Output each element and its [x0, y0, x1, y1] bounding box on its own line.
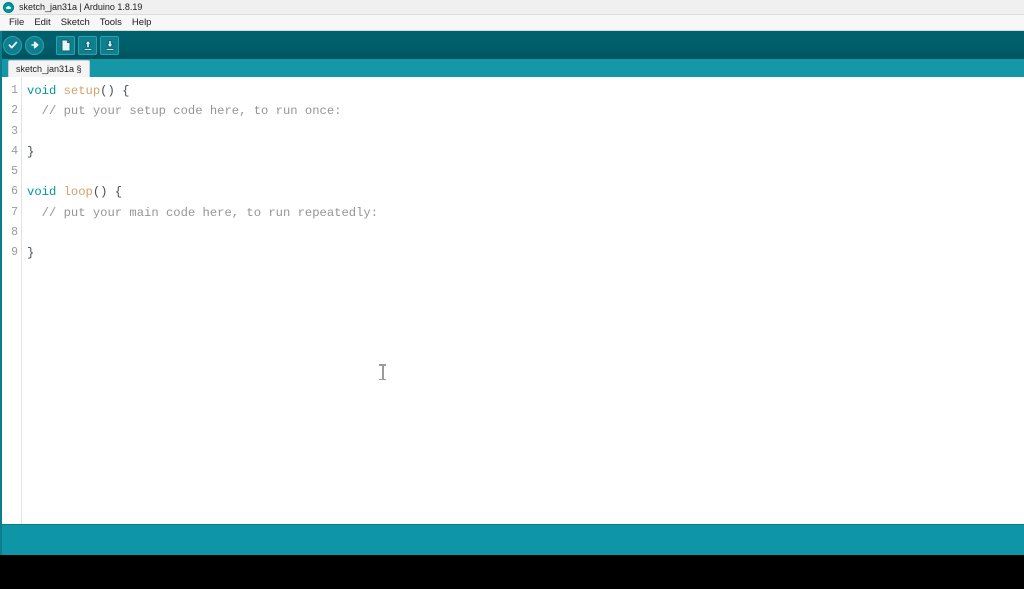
line-number: 9 — [11, 246, 18, 260]
open-button[interactable] — [78, 35, 97, 55]
code-line: } — [27, 243, 1024, 263]
code-token: loop — [63, 185, 93, 200]
letterbox-area — [0, 555, 1024, 589]
code-line: void loop() { — [27, 182, 1024, 202]
code-line: // put your main code here, to run repea… — [27, 203, 1024, 223]
code-line: void setup() { — [27, 81, 1024, 101]
code-token: } — [27, 246, 35, 261]
code-token: void — [27, 84, 57, 98]
checkmark-icon — [7, 39, 19, 51]
menu-item-file[interactable]: File — [4, 18, 29, 28]
tab-strip: sketch_jan31a § — [0, 59, 1024, 77]
line-number: 2 — [11, 104, 18, 118]
new-button[interactable] — [56, 35, 75, 55]
code-text-area[interactable]: void setup() { // put your setup code he… — [22, 77, 1024, 524]
new-file-icon — [60, 39, 72, 52]
line-number: 4 — [11, 144, 18, 158]
code-token: } — [27, 144, 35, 159]
menu-item-sketch[interactable]: Sketch — [56, 18, 95, 28]
arrow-right-icon — [29, 39, 41, 51]
line-number: 7 — [11, 205, 18, 219]
code-token: () { — [100, 84, 130, 98]
line-number: 6 — [11, 185, 18, 199]
code-token: () { — [92, 185, 123, 200]
save-button[interactable] — [100, 35, 119, 55]
status-bar — [0, 524, 1024, 555]
menu-bar: File Edit Sketch Tools Help — [0, 15, 1024, 31]
arrow-up-icon — [82, 39, 94, 52]
window-title: sketch_jan31a | Arduino 1.8.19 — [19, 1, 143, 12]
title-bar: sketch_jan31a | Arduino 1.8.19 — [0, 0, 1024, 15]
code-token: // put your main code here, to run repea… — [27, 205, 379, 220]
menu-item-tools[interactable]: Tools — [95, 18, 127, 28]
line-number: 8 — [11, 226, 18, 240]
line-number: 3 — [11, 124, 18, 138]
tab-sketch-jan31a[interactable]: sketch_jan31a § — [8, 60, 90, 77]
arduino-logo-icon — [3, 1, 14, 13]
upload-button[interactable] — [25, 35, 44, 55]
verify-button[interactable] — [3, 35, 22, 55]
menu-item-edit[interactable]: Edit — [29, 18, 55, 28]
code-line: // put your setup code here, to run once… — [27, 101, 1024, 121]
code-line: } — [27, 142, 1024, 162]
toolbar — [0, 31, 1024, 59]
line-number: 1 — [11, 84, 18, 97]
code-token: // put your setup code here, to run once… — [27, 104, 342, 119]
code-editor[interactable]: 1 2 3 4 5 6 7 8 9 void setup() { // put … — [0, 77, 1024, 524]
line-number: 5 — [11, 165, 18, 179]
arduino-ide-window: sketch_jan31a | Arduino 1.8.19 File Edit… — [0, 0, 1024, 555]
arrow-down-icon — [104, 39, 116, 52]
code-token: void — [27, 185, 57, 200]
window-left-edge — [0, 31, 2, 555]
code-token: setup — [63, 84, 101, 98]
menu-item-help[interactable]: Help — [127, 18, 157, 28]
line-number-gutter: 1 2 3 4 5 6 7 8 9 — [0, 77, 22, 524]
